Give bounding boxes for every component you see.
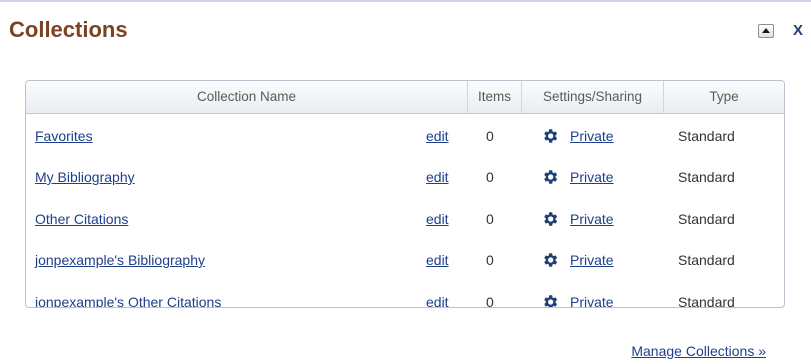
gear-icon[interactable] [541, 293, 559, 308]
collections-table: Collection Name Items Settings/Sharing T… [25, 80, 785, 308]
collection-name-link[interactable]: Favorites [35, 118, 93, 154]
collapse-button[interactable] [758, 24, 774, 38]
header-items[interactable]: Items [468, 81, 522, 113]
table-header: Collection Name Items Settings/Sharing T… [26, 81, 784, 114]
collection-type: Standard [678, 128, 735, 144]
header-type[interactable]: Type [664, 81, 784, 113]
collection-type: Standard [678, 294, 735, 308]
header-settings-sharing[interactable]: Settings/Sharing [522, 81, 664, 113]
sharing-private-link[interactable]: Private [570, 201, 614, 237]
items-count: 0 [486, 294, 494, 308]
table-row: Other Citations edit 0 Private Standard [26, 201, 784, 237]
sharing-private-link[interactable]: Private [570, 159, 614, 195]
gear-icon[interactable] [541, 210, 559, 228]
collapse-up-triangle-icon [762, 28, 770, 33]
gear-icon[interactable] [541, 127, 559, 145]
collection-type: Standard [678, 211, 735, 227]
items-count: 0 [486, 169, 494, 185]
close-button[interactable]: X [793, 22, 811, 39]
items-count: 0 [486, 128, 494, 144]
table-row: My Bibliography edit 0 Private Standard [26, 159, 784, 195]
collection-name-link[interactable]: jonpexample's Bibliography [35, 242, 205, 278]
gear-icon[interactable] [541, 168, 559, 186]
edit-link[interactable]: edit [426, 242, 449, 278]
panel-top-border [0, 0, 811, 2]
edit-link[interactable]: edit [426, 159, 449, 195]
collection-name-link[interactable]: jonpexample's Other Citations [35, 284, 221, 307]
close-icon: X [793, 22, 804, 39]
items-count: 0 [486, 252, 494, 268]
collection-name-link[interactable]: My Bibliography [35, 159, 135, 195]
sharing-private-link[interactable]: Private [570, 118, 614, 154]
table-row: jonpexample's Other Citations edit 0 Pri… [26, 284, 784, 308]
table-row: jonpexample's Bibliography edit 0 Privat… [26, 242, 784, 278]
sharing-private-link[interactable]: Private [570, 284, 614, 307]
table-row: Favorites edit 0 Private Standard [26, 118, 784, 154]
sharing-private-link[interactable]: Private [570, 242, 614, 278]
collection-type: Standard [678, 169, 735, 185]
edit-link[interactable]: edit [426, 284, 449, 307]
header-collection-name[interactable]: Collection Name [26, 81, 468, 113]
collection-name-link[interactable]: Other Citations [35, 201, 128, 237]
items-count: 0 [486, 211, 494, 227]
edit-link[interactable]: edit [426, 118, 449, 154]
collection-type: Standard [678, 252, 735, 268]
edit-link[interactable]: edit [426, 201, 449, 237]
gear-icon[interactable] [541, 251, 559, 269]
panel-title: Collections [9, 17, 128, 42]
manage-collections-link[interactable]: Manage Collections » [631, 343, 766, 359]
